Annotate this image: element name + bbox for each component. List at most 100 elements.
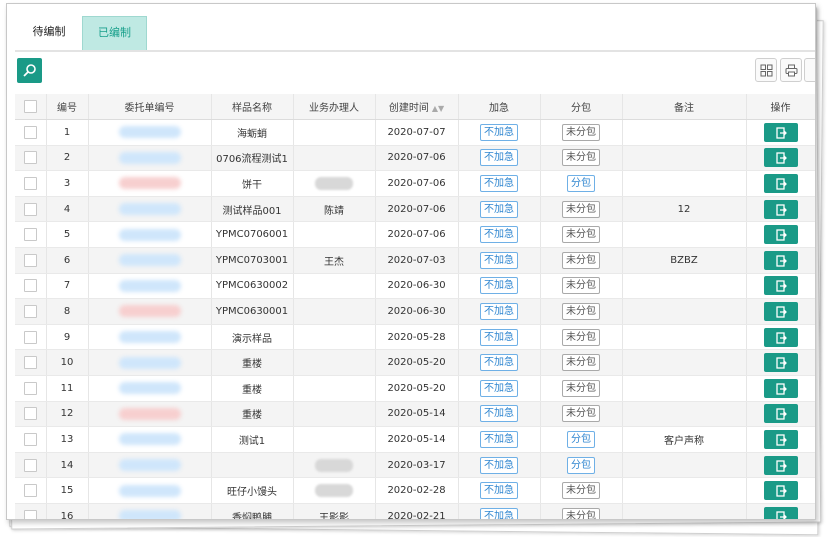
row-checkbox[interactable] <box>23 176 37 190</box>
header-created-time[interactable]: 创建时间 ▲▼ <box>375 94 459 120</box>
row-checkbox[interactable] <box>23 407 37 421</box>
row-select-cell[interactable] <box>15 452 47 479</box>
row-select-cell[interactable] <box>15 401 47 428</box>
grid-view-button[interactable] <box>755 58 777 82</box>
table-row[interactable]: 2 0706流程测试1 2020-07-06 不加急 未分包 <box>15 145 815 172</box>
document-arrow-icon <box>775 306 787 318</box>
table-row[interactable]: 16 香焖鸭脯 王影影 2020-02-21 不加急 未分包 <box>15 503 815 519</box>
tab-bar: 待编制 已编制 <box>15 16 815 52</box>
select-all-checkbox[interactable] <box>23 100 37 113</box>
operate-button[interactable] <box>763 455 798 475</box>
cell-handler <box>293 452 376 479</box>
row-select-cell[interactable] <box>15 273 47 300</box>
header-handler: 业务办理人 <box>293 94 376 120</box>
cell-order-no <box>88 145 212 172</box>
table-row[interactable]: 5 YPMC0706001 2020-07-06 不加急 未分包 <box>15 221 815 248</box>
row-select-cell[interactable] <box>15 170 47 197</box>
row-checkbox[interactable] <box>23 151 37 165</box>
cell-urgent: 不加急 <box>458 375 541 402</box>
operate-button[interactable] <box>763 429 798 449</box>
operate-button[interactable] <box>763 199 798 219</box>
row-checkbox[interactable] <box>23 228 37 242</box>
header-urgent: 加急 <box>458 94 541 120</box>
row-checkbox[interactable] <box>23 253 37 267</box>
operate-button[interactable] <box>763 301 798 321</box>
row-select-cell[interactable] <box>15 298 47 325</box>
row-select-cell[interactable] <box>15 145 47 172</box>
operate-button[interactable] <box>763 404 798 424</box>
row-checkbox[interactable] <box>23 279 37 293</box>
row-select-cell[interactable] <box>15 477 47 504</box>
table-row[interactable]: 14 2020-03-17 不加急 分包 <box>15 452 815 479</box>
cell-order-no <box>88 170 212 197</box>
row-checkbox[interactable] <box>23 432 37 446</box>
row-checkbox[interactable] <box>23 125 37 139</box>
operate-button[interactable] <box>763 353 798 373</box>
table-row[interactable]: 8 YPMC0630001 2020-06-30 不加急 未分包 <box>15 298 815 325</box>
operate-button[interactable] <box>763 225 798 245</box>
search-button[interactable] <box>17 58 42 83</box>
operate-button[interactable] <box>763 148 798 168</box>
table-row[interactable]: 15 旺仔小馒头 2020-02-28 不加急 未分包 <box>15 477 815 504</box>
operate-button[interactable] <box>763 173 798 193</box>
row-select-cell[interactable] <box>15 221 47 248</box>
row-select-cell[interactable] <box>15 349 47 376</box>
operate-button[interactable] <box>763 327 798 347</box>
row-checkbox[interactable] <box>23 304 37 318</box>
operate-button[interactable] <box>763 481 798 501</box>
row-checkbox[interactable] <box>23 330 37 344</box>
cell-remark <box>622 503 747 519</box>
subcontract-tag: 未分包 <box>562 379 600 397</box>
row-select-cell[interactable] <box>15 119 47 146</box>
row-checkbox[interactable] <box>23 381 37 395</box>
print-button[interactable] <box>780 58 802 82</box>
redacted-order-no <box>118 459 181 472</box>
table-row[interactable]: 10 重楼 2020-05-20 不加急 未分包 <box>15 349 815 376</box>
row-select-cell[interactable] <box>15 247 47 274</box>
row-select-cell[interactable] <box>15 375 47 402</box>
redacted-order-no <box>118 279 181 292</box>
row-checkbox[interactable] <box>23 509 37 519</box>
table-row[interactable]: 6 YPMC0703001 王杰 2020-07-03 不加急 未分包 BZBZ <box>15 247 815 274</box>
operate-button[interactable] <box>763 378 798 398</box>
document-arrow-icon <box>775 229 787 241</box>
cell-handler <box>293 375 376 402</box>
table-row[interactable]: 12 重楼 2020-05-14 不加急 未分包 <box>15 401 815 428</box>
table-row[interactable]: 1 海蛎蛸 2020-07-07 不加急 未分包 <box>15 119 815 146</box>
operate-button[interactable] <box>763 122 798 142</box>
row-select-cell[interactable] <box>15 324 47 351</box>
table-row[interactable]: 13 测试1 2020-05-14 不加急 分包 客户声称 <box>15 426 815 453</box>
document-arrow-icon <box>775 331 787 344</box>
cell-order-no <box>88 426 212 453</box>
table-row[interactable]: 3 饼干 2020-07-06 不加急 分包 <box>15 170 815 197</box>
cell-subcontract: 分包 <box>540 452 623 479</box>
row-checkbox[interactable] <box>23 484 37 498</box>
cell-action <box>746 145 815 172</box>
table-row[interactable]: 9 演示样品 2020-05-28 不加急 未分包 <box>15 324 815 351</box>
header-select-all[interactable] <box>15 94 47 120</box>
table-row[interactable]: 7 YPMC0630002 2020-06-30 不加急 未分包 <box>15 273 815 300</box>
operate-button[interactable] <box>763 250 798 270</box>
sort-icon[interactable]: ▲▼ <box>432 104 444 113</box>
tab-compiled[interactable]: 已编制 <box>82 16 147 50</box>
urgent-tag: 不加急 <box>480 354 518 372</box>
cell-urgent: 不加急 <box>458 324 541 351</box>
more-tools-button[interactable] <box>804 58 815 82</box>
row-checkbox[interactable] <box>23 202 37 216</box>
row-select-cell[interactable] <box>15 196 47 223</box>
row-select-cell[interactable] <box>15 503 47 519</box>
row-checkbox[interactable] <box>23 458 37 472</box>
cell-sample-name: 测试样品001 <box>211 196 294 223</box>
cell-urgent: 不加急 <box>458 221 541 248</box>
row-select-cell[interactable] <box>15 426 47 453</box>
cell-sample-name: 重楼 <box>211 349 294 376</box>
cell-urgent: 不加急 <box>458 145 541 172</box>
cell-no: 11 <box>46 375 89 402</box>
table-row[interactable]: 11 重楼 2020-05-20 不加急 未分包 <box>15 375 815 402</box>
operate-button[interactable] <box>763 276 798 296</box>
table-row[interactable]: 4 测试样品001 陈靖 2020-07-06 不加急 未分包 12 <box>15 196 815 223</box>
row-checkbox[interactable] <box>23 356 37 370</box>
cell-remark <box>622 298 747 325</box>
operate-button[interactable] <box>763 506 798 519</box>
tab-pending[interactable]: 待编制 <box>19 16 79 50</box>
